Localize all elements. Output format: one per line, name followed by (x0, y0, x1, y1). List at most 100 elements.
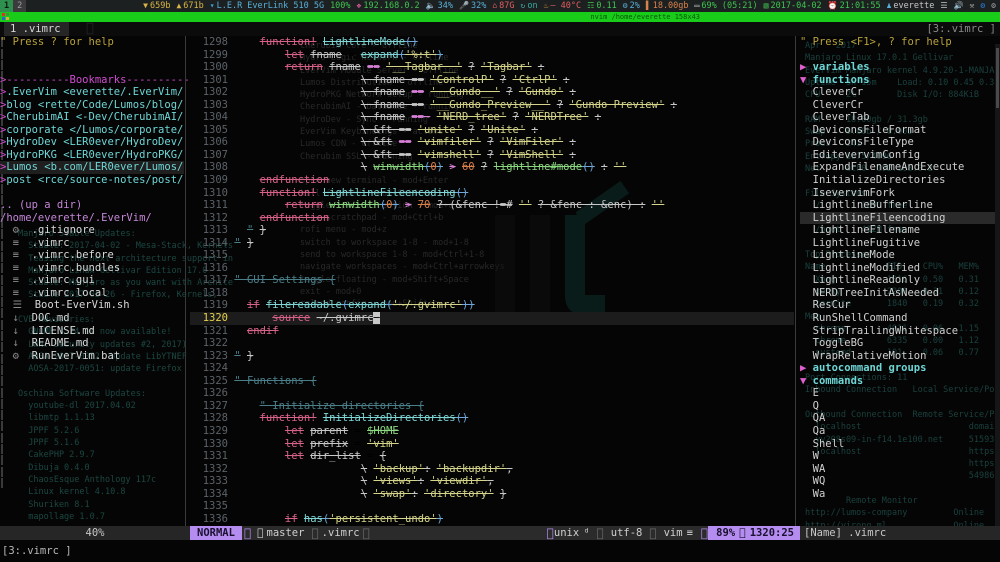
nerdtree-file-item[interactable]: ≡ .vimrc.local (0, 287, 184, 300)
bookmark-item[interactable]: >Lumos <b.com/LER0ever/Lumos/ (0, 161, 184, 175)
tab-vimrc[interactable]: 1 .vimrc (4, 22, 69, 36)
tagbar-tag-item[interactable]: ToggleBG (800, 337, 1000, 350)
code-line[interactable]: 1298 function! LightlineMode() (190, 36, 794, 49)
nerdtree-up-dir[interactable]: .. (up a dir) (0, 199, 184, 212)
volume-tray-icon[interactable]: 🔊 (954, 0, 964, 12)
code-line[interactable]: 1312 endfunction (190, 212, 794, 225)
nerdtree-file-item[interactable]: ☰ Boot-EverVim.sh (0, 299, 184, 312)
code-line[interactable]: 1330 let prefix = 'vim' (190, 438, 794, 451)
tagbar-tag-item[interactable]: QA (800, 412, 1000, 425)
signal-icon[interactable]: ☰ (940, 0, 947, 12)
code-line[interactable]: 1317 " GUI Settings { (190, 274, 794, 287)
tagbar-tag-item[interactable]: E (800, 387, 1000, 400)
tagbar-section-header[interactable]: ▶ variables (800, 61, 1000, 74)
vertical-scrollbar[interactable] (995, 44, 1000, 554)
code-line[interactable]: 1327 " Initialize directories { (190, 400, 794, 413)
tagbar-tag-item[interactable]: NERDTreeInitAsNeeded (800, 287, 1000, 300)
tagbar-tag-item[interactable]: RunShellCommand (800, 312, 1000, 325)
bookmark-item[interactable]: >HydroPKG <LER0ever/HydroPKG/ (0, 149, 184, 162)
code-line[interactable]: 1309 endfunction (190, 174, 794, 187)
code-line[interactable]: 1326 (190, 387, 794, 400)
code-line[interactable]: 1331 let dir_list = { (190, 450, 794, 463)
code-line[interactable]: 1306 \ &ft == 'vimfiler' ? 'VimFiler' : (190, 136, 794, 149)
code-line[interactable]: 1302 \ fname == '__Gundo__' ? 'Gundo' : (190, 86, 794, 99)
nerdtree-file-item[interactable]: ≡ .vimrc.bundles (0, 262, 184, 275)
nerdtree-file-item[interactable]: ↓ LICENSE.md (0, 325, 184, 338)
code-line[interactable]: 1311 return winwidth(0) > 70 ? (&fenc !=… (190, 199, 794, 212)
bluetooth-icon[interactable]: ⚙ (980, 0, 985, 12)
code-line[interactable]: 1332 \ 'backup': 'backupdir', (190, 463, 794, 476)
bookmark-item[interactable]: >corporate </Lumos/corporate/ (0, 124, 184, 137)
tagbar-tag-item[interactable]: LightlineFilename (800, 224, 1000, 237)
code-line[interactable]: 1335 (190, 500, 794, 513)
nerdtree-file-item[interactable]: ↓ README.md (0, 337, 184, 350)
tagbar-tag-item[interactable]: IsevervimFork (800, 187, 1000, 200)
tagbar-tag-item[interactable]: CleverCr (800, 99, 1000, 112)
nerdtree-file-item[interactable]: ⚙ .gitignore (0, 224, 184, 237)
code-line[interactable]: 1336 if has('persistent_undo') (190, 513, 794, 526)
nerdtree-file-item[interactable]: ⚙ RunEverVim.bat (0, 350, 184, 363)
tagbar-tag-item[interactable]: LightlineModified (800, 262, 1000, 275)
tagbar-tag-item[interactable]: InitializeDirectories (800, 174, 1000, 187)
code-line[interactable]: 1308 \ winwidth(0) > 60 ? lightline#mode… (190, 161, 794, 174)
tagbar-section-header[interactable]: ▶ autocommand groups (800, 362, 1000, 375)
code-line[interactable]: 1300 return fname == '__Tagbar__' ? 'Tag… (190, 61, 794, 74)
bookmark-item[interactable]: >HydroDev <LER0ever/HydroDev/ (0, 136, 184, 149)
bookmark-item[interactable]: >blog <rette/Code/Lumos/blog/ (0, 99, 184, 112)
code-line[interactable]: 1328 function! InitializeDirectories() (190, 412, 794, 425)
tagbar-tag-item[interactable]: DeviconsFileType (800, 136, 1000, 149)
code-line[interactable]: 1303 \ fname == '__Gundo_Preview__' ? 'G… (190, 99, 794, 112)
code-line[interactable]: 1305 \ &ft == 'unite' ? 'Unite' : (190, 124, 794, 137)
code-editor-pane[interactable]: 1298 function! LightlineMode() 1299 let f… (190, 36, 794, 537)
tools-icon[interactable]: ⚒ (970, 0, 975, 12)
tagbar-tag-item[interactable]: CleverCr (800, 86, 1000, 99)
code-line[interactable]: 1334 \ 'swap': 'directory' } (190, 488, 794, 501)
tagbar-tag-item[interactable]: ExpandFilenameAndExecute (800, 161, 1000, 174)
code-line[interactable]: 1316 (190, 262, 794, 275)
nerdtree-pane[interactable]: " Press ? for help >----------Bookmarks--… (0, 36, 190, 532)
tagbar-tag-item[interactable]: CleverTab (800, 111, 1000, 124)
tagbar-section-header[interactable]: ▼ functions (800, 74, 1000, 87)
tagbar-tag-item[interactable]: StripTrailingWhitespace (800, 325, 1000, 338)
code-line[interactable]: 1323 " } (190, 350, 794, 363)
code-line[interactable]: 1333 \ 'views': 'viewdir', (190, 475, 794, 488)
nerdtree-file-item[interactable]: ↓ DOC.md (0, 312, 184, 325)
tagbar-tag-item[interactable]: DeviconsFileFormat (800, 124, 1000, 137)
code-line[interactable]: 1322 (190, 337, 794, 350)
tagbar-tag-item[interactable]: Wa (800, 488, 1000, 501)
tagbar-tag-item[interactable]: Qa (800, 425, 1000, 438)
code-line[interactable]: 1314 " } (190, 237, 794, 250)
tagbar-tag-item[interactable]: LightlineMode (800, 249, 1000, 262)
tagbar-tag-item[interactable]: LightlineFileencoding (800, 211, 1000, 225)
tagbar-tag-item[interactable]: WA (800, 463, 1000, 476)
nerdtree-file-item[interactable]: ≡ .vimrc.gui (0, 274, 184, 287)
workspace-1[interactable]: 1 (0, 0, 14, 12)
tagbar-tag-item[interactable]: LightlineFugitive (800, 237, 1000, 250)
bookmark-item[interactable]: >.EverVim <everette/.EverVim/ (0, 86, 184, 99)
code-line[interactable]: 1301 \ fname == 'ControlP' ? 'CtrlP' : (190, 74, 794, 87)
tagbar-pane[interactable]: " Press <F1>, ? for help ▶ variables ▼ fun… (800, 36, 1000, 532)
bookmark-item[interactable]: >CherubimAI <-Dev/CherubimAI/ (0, 111, 184, 124)
tagbar-tag-item[interactable]: Shell (800, 438, 1000, 451)
code-line[interactable]: 1307 \ &ft == 'vimshell' ? 'VimShell' : (190, 149, 794, 162)
tagbar-tag-item[interactable]: ResCur (800, 299, 1000, 312)
nerdtree-file-item[interactable]: ≡ .vimrc (0, 237, 184, 250)
code-line[interactable]: 1315 (190, 249, 794, 262)
code-line[interactable]: 1310 function! LightlineFileencoding() (190, 187, 794, 200)
tagbar-tag-item[interactable]: LightlineReadonly (800, 274, 1000, 287)
settings-icon[interactable]: ⚙ (991, 0, 996, 12)
code-line[interactable]: 1319 if filereadable(expand('~/.gvimrc')… (190, 299, 794, 312)
tagbar-section-header[interactable]: ▼ commands (800, 375, 1000, 388)
code-line[interactable]: 1320 source ~/.gvimrc (190, 312, 794, 325)
code-line[interactable]: 1321 endif (190, 325, 794, 338)
nerdtree-file-item[interactable]: ≡ .vimrc.before (0, 249, 184, 262)
workspace-2[interactable]: 2 (13, 0, 27, 12)
bookmark-item[interactable]: >post <rce/source-notes/post/ (0, 174, 184, 187)
vim-cmdline[interactable]: [3:.vimrc ] (0, 540, 1000, 562)
tagbar-tag-item[interactable]: Q (800, 400, 1000, 413)
code-line[interactable]: 1299 let fname = expand('%:t') (190, 49, 794, 62)
tagbar-tag-item[interactable]: EditevervimConfig (800, 149, 1000, 162)
tagbar-tag-item[interactable]: WrapRelativeMotion (800, 350, 1000, 363)
tagbar-tag-item[interactable]: LightlineBufferline (800, 199, 1000, 212)
tagbar-tag-item[interactable]: W (800, 450, 1000, 463)
